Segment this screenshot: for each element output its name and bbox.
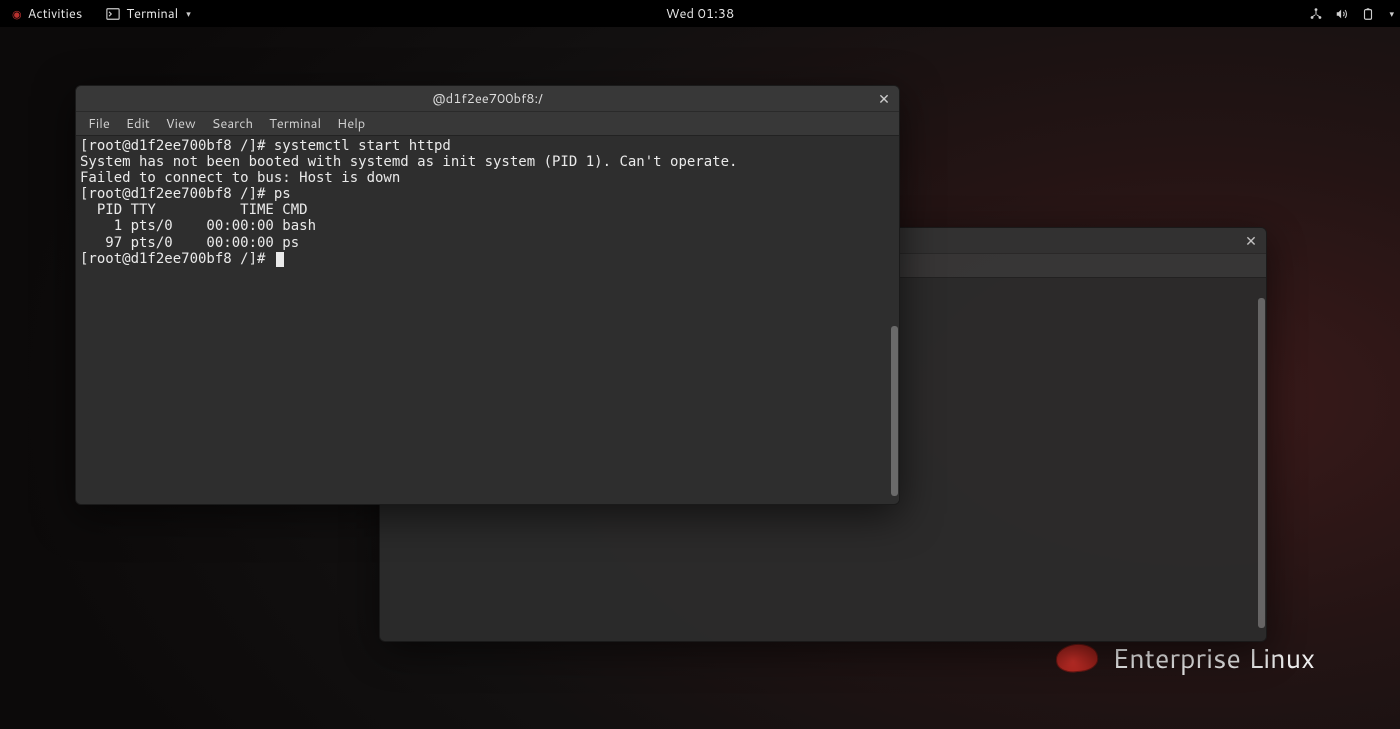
- app-menu-button[interactable]: Terminal ▾: [100, 3, 196, 25]
- terminal-line: PID TTY TIME CMD: [80, 202, 895, 218]
- terminal-line: [root@d1f2ee700bf8 /]#: [80, 251, 895, 267]
- terminal-line: 1 pts/0 00:00:00 bash: [80, 218, 895, 234]
- redhat-icon: ◉: [12, 6, 22, 22]
- terminal-app-icon: [106, 7, 120, 21]
- terminal-content[interactable]: [root@d1f2ee700bf8 /]# systemctl start h…: [76, 136, 899, 504]
- window-title: @d1f2ee700bf8:/: [432, 90, 543, 108]
- system-status-area[interactable]: ▾: [1309, 7, 1394, 21]
- activities-label: Activities: [28, 5, 83, 23]
- menu-edit[interactable]: Edit: [120, 113, 156, 135]
- terminal-line: [root@d1f2ee700bf8 /]# ps: [80, 186, 895, 202]
- gnome-top-bar: ◉ Activities Terminal ▾ Wed 01:38 ▾: [0, 0, 1400, 27]
- chevron-down-icon: ▾: [1389, 7, 1394, 20]
- menu-help[interactable]: Help: [331, 113, 371, 135]
- app-menu-label: Terminal: [126, 5, 178, 23]
- terminal-line: [root@d1f2ee700bf8 /]# systemctl start h…: [80, 138, 895, 154]
- activities-button[interactable]: ◉ Activities: [6, 3, 88, 25]
- cursor: [276, 252, 284, 267]
- menubar: FileEditViewSearchTerminalHelp: [76, 112, 899, 136]
- branding-text: Enterprise Linux: [1112, 638, 1315, 677]
- close-button[interactable]: ✕: [1242, 232, 1260, 250]
- close-icon: ✕: [878, 89, 890, 109]
- close-icon: ✕: [1245, 231, 1257, 251]
- terminal-line: System has not been booted with systemd …: [80, 154, 895, 170]
- terminal-line: Failed to connect to bus: Host is down: [80, 170, 895, 186]
- power-icon: [1361, 7, 1375, 21]
- scrollbar-thumb[interactable]: [891, 326, 898, 496]
- titlebar[interactable]: @d1f2ee700bf8:/ ✕: [76, 86, 899, 112]
- menu-terminal[interactable]: Terminal: [263, 113, 327, 135]
- clock-label: Wed 01:38: [666, 5, 734, 23]
- close-button[interactable]: ✕: [875, 90, 893, 108]
- menu-view[interactable]: View: [160, 113, 202, 135]
- network-icon: [1309, 7, 1323, 21]
- terminal-line: 97 pts/0 00:00:00 ps: [80, 235, 895, 251]
- scrollbar-thumb[interactable]: [1258, 298, 1265, 628]
- distro-branding: Enterprise Linux: [1056, 638, 1315, 677]
- volume-icon: [1335, 7, 1349, 21]
- clock-button[interactable]: Wed 01:38: [666, 5, 734, 23]
- chevron-down-icon: ▾: [186, 7, 191, 20]
- redhat-logo-icon: [1055, 642, 1099, 674]
- menu-file[interactable]: File: [82, 113, 116, 135]
- menu-search[interactable]: Search: [206, 113, 259, 135]
- foreground-terminal-window[interactable]: @d1f2ee700bf8:/ ✕ FileEditViewSearchTerm…: [75, 85, 900, 505]
